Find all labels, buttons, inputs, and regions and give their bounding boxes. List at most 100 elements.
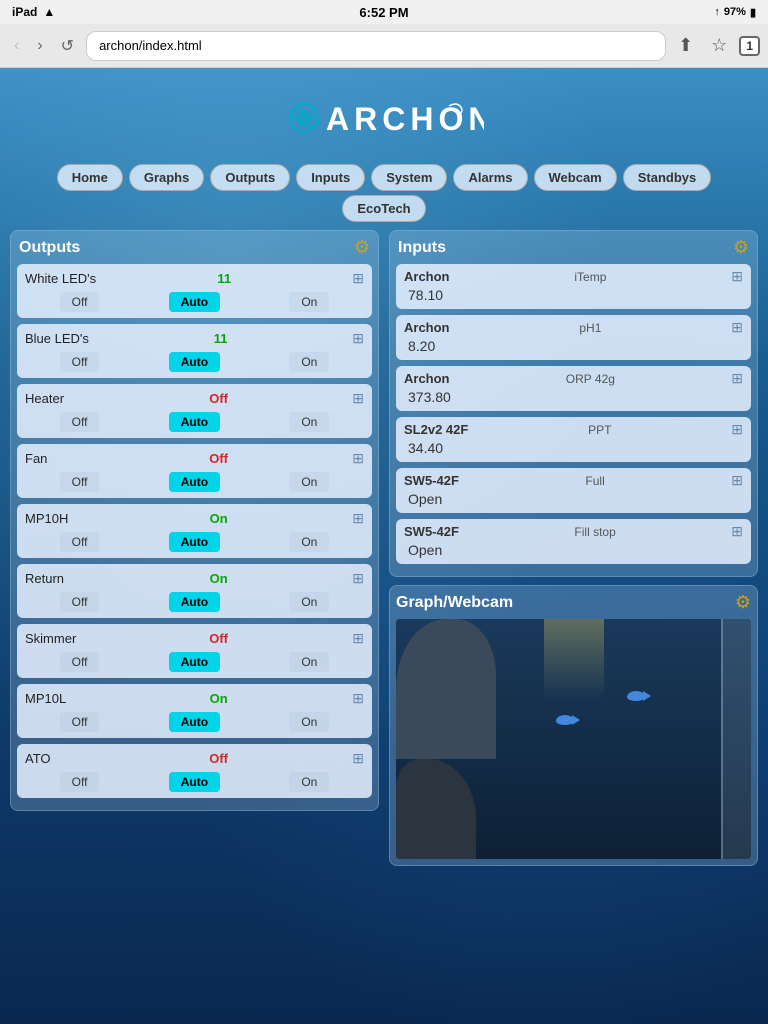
itemp-value: 78.10 xyxy=(404,285,743,305)
heater-label: Heater xyxy=(25,391,85,406)
aquarium-bg xyxy=(396,619,751,859)
itemp-icon: ⊞ xyxy=(731,268,743,285)
output-heater: Heater Off ⊞ Off Auto On xyxy=(17,384,372,438)
fan-label: Fan xyxy=(25,451,85,466)
skimmer-on-btn[interactable]: On xyxy=(289,652,329,672)
inputs-gear-icon[interactable]: ⚙ xyxy=(733,237,749,258)
back-button[interactable]: ‹ xyxy=(8,35,25,57)
return-label: Return xyxy=(25,571,85,586)
nav-home[interactable]: Home xyxy=(57,164,123,191)
ato-label: ATO xyxy=(25,751,85,766)
inputs-panel: Inputs ⚙ Archon iTemp ⊞ 78.10 xyxy=(389,230,758,577)
mp10l-off-btn[interactable]: Off xyxy=(60,712,100,732)
mp10l-icon: ⊞ xyxy=(352,690,364,707)
webcam-header: Graph/Webcam ⚙ xyxy=(396,592,751,613)
nav-standbys[interactable]: Standbys xyxy=(623,164,712,191)
skimmer-icon: ⊞ xyxy=(352,630,364,647)
tab-count[interactable]: 1 xyxy=(739,36,760,56)
address-bar[interactable] xyxy=(86,31,666,61)
heater-on-btn[interactable]: On xyxy=(289,412,329,432)
blue-leds-on-btn[interactable]: On xyxy=(289,352,329,372)
share-button[interactable]: ⬆ xyxy=(672,33,699,58)
nav-ecotech[interactable]: EcoTech xyxy=(342,195,425,222)
heater-auto-btn[interactable]: Auto xyxy=(169,412,220,432)
outputs-gear-icon[interactable]: ⚙ xyxy=(354,237,370,258)
nav-webcam[interactable]: Webcam xyxy=(534,164,617,191)
heater-icon: ⊞ xyxy=(352,390,364,407)
mp10l-auto-btn[interactable]: Auto xyxy=(169,712,220,732)
webcam-gear-icon[interactable]: ⚙ xyxy=(735,592,751,613)
outputs-panel: Outputs ⚙ White LED's 11 ⊞ Off Auto xyxy=(10,230,379,811)
ato-on-btn[interactable]: On xyxy=(289,772,329,792)
nav-inputs[interactable]: Inputs xyxy=(296,164,365,191)
glass-edge xyxy=(721,619,751,859)
output-mp10h: MP10H On ⊞ Off Auto On xyxy=(17,504,372,558)
mp10h-icon: ⊞ xyxy=(352,510,364,527)
mp10l-label: MP10L xyxy=(25,691,85,706)
blue-leds-icon: ⊞ xyxy=(352,330,364,347)
input-itemp: Archon iTemp ⊞ 78.10 xyxy=(396,264,751,309)
input-ph1: Archon pH1 ⊞ 8.20 xyxy=(396,315,751,360)
carrier-label: iPad xyxy=(12,5,37,19)
ph1-value: 8.20 xyxy=(404,336,743,356)
skimmer-auto-btn[interactable]: Auto xyxy=(169,652,220,672)
outputs-header: Outputs ⚙ xyxy=(17,237,372,258)
mp10l-on-btn[interactable]: On xyxy=(289,712,329,732)
webcam-title: Graph/Webcam xyxy=(396,594,513,612)
white-leds-on-btn[interactable]: On xyxy=(289,292,329,312)
outputs-title: Outputs xyxy=(19,239,80,257)
return-auto-btn[interactable]: Auto xyxy=(169,592,220,612)
output-fan: Fan Off ⊞ Off Auto On xyxy=(17,444,372,498)
browser-bar: ‹ › ↺ ⬆ ☆ 1 xyxy=(0,24,768,68)
rock1 xyxy=(396,619,496,759)
sw5-fillstop-label: Fill stop xyxy=(574,525,615,539)
input-orp: Archon ORP 42g ⊞ 373.80 xyxy=(396,366,751,411)
bookmark-button[interactable]: ☆ xyxy=(705,33,733,58)
nav-graphs[interactable]: Graphs xyxy=(129,164,205,191)
fish2 xyxy=(556,715,574,725)
ppt-icon: ⊞ xyxy=(731,421,743,438)
heater-status: Off xyxy=(209,391,228,406)
fan-on-btn[interactable]: On xyxy=(289,472,329,492)
ph1-icon: ⊞ xyxy=(731,319,743,336)
outputs-column: Outputs ⚙ White LED's 11 ⊞ Off Auto xyxy=(10,230,379,866)
fan-off-btn[interactable]: Off xyxy=(60,472,100,492)
mp10l-status: On xyxy=(210,691,228,706)
itemp-source: Archon xyxy=(404,269,450,284)
ppt-label: PPT xyxy=(588,423,611,437)
input-ppt: SL2v2 42F PPT ⊞ 34.40 xyxy=(396,417,751,462)
nav-alarms[interactable]: Alarms xyxy=(453,164,527,191)
mp10h-status: On xyxy=(210,511,228,526)
fish1 xyxy=(627,691,645,701)
nav-outputs[interactable]: Outputs xyxy=(210,164,290,191)
mp10h-on-btn[interactable]: On xyxy=(289,532,329,552)
fan-auto-btn[interactable]: Auto xyxy=(169,472,220,492)
return-icon: ⊞ xyxy=(352,570,364,587)
input-sw5-full: SW5-42F Full ⊞ Open xyxy=(396,468,751,513)
white-leds-auto-btn[interactable]: Auto xyxy=(169,292,220,312)
ato-auto-btn[interactable]: Auto xyxy=(169,772,220,792)
output-blue-leds: Blue LED's 11 ⊞ Off Auto On xyxy=(17,324,372,378)
skimmer-off-btn[interactable]: Off xyxy=(60,652,100,672)
heater-off-btn[interactable]: Off xyxy=(60,412,100,432)
nav-system[interactable]: System xyxy=(371,164,447,191)
white-leds-status: 11 xyxy=(217,271,231,286)
return-on-btn[interactable]: On xyxy=(289,592,329,612)
mp10h-off-btn[interactable]: Off xyxy=(60,532,100,552)
output-skimmer: Skimmer Off ⊞ Off Auto On xyxy=(17,624,372,678)
mp10h-label: MP10H xyxy=(25,511,85,526)
white-leds-label: White LED's xyxy=(25,271,96,286)
reload-button[interactable]: ↺ xyxy=(55,34,80,58)
blue-leds-off-btn[interactable]: Off xyxy=(60,352,100,372)
ato-off-btn[interactable]: Off xyxy=(60,772,100,792)
sw5-fillstop-source: SW5-42F xyxy=(404,524,459,539)
return-off-btn[interactable]: Off xyxy=(60,592,100,612)
forward-button[interactable]: › xyxy=(31,35,48,57)
sw5-fillstop-icon: ⊞ xyxy=(731,523,743,540)
white-leds-off-btn[interactable]: Off xyxy=(60,292,100,312)
orp-value: 373.80 xyxy=(404,387,743,407)
webcam-section: Graph/Webcam ⚙ xyxy=(389,585,758,866)
mp10h-auto-btn[interactable]: Auto xyxy=(169,532,220,552)
fan-icon: ⊞ xyxy=(352,450,364,467)
blue-leds-auto-btn[interactable]: Auto xyxy=(169,352,220,372)
